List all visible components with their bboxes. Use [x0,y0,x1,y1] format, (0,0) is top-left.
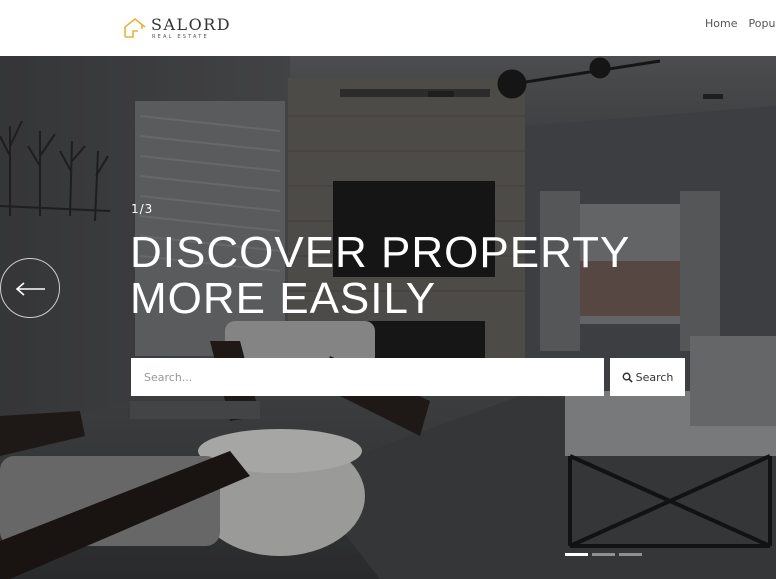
slide-dot-1[interactable] [565,553,588,556]
headline-line-1: DISCOVER PROPERTY [130,228,631,277]
search-button[interactable]: Search [610,358,685,396]
brand-text: SALORD REAL ESTATE [151,14,232,40]
slide-dot-2[interactable] [592,553,615,556]
brand-name: SALORD [151,14,232,34]
search-input[interactable] [131,358,604,396]
slide-dot-3[interactable] [619,553,642,556]
hero-slider: 1/3 DISCOVER PROPERTY MORE EASILY Search [0,56,776,579]
brand-tagline: REAL ESTATE [152,33,209,40]
prev-slide-button[interactable] [0,258,60,318]
search-icon [622,372,633,383]
arrow-left-icon [15,282,45,296]
search-button-label: Search [635,370,674,384]
site-header: SALORD REAL ESTATE Home Popu [0,0,776,56]
slide-counter: 1/3 [131,202,154,216]
slider-pagination [565,553,642,556]
house-icon [124,17,146,38]
hero-headline: DISCOVER PROPERTY MORE EASILY [130,230,630,322]
main-nav: Home Popu [705,17,776,30]
nav-item-popular[interactable]: Popu [748,17,775,30]
nav-item-home[interactable]: Home [705,17,737,30]
brand-logo[interactable]: SALORD REAL ESTATE [122,14,231,42]
headline-line-2: MORE EASILY [130,274,437,323]
